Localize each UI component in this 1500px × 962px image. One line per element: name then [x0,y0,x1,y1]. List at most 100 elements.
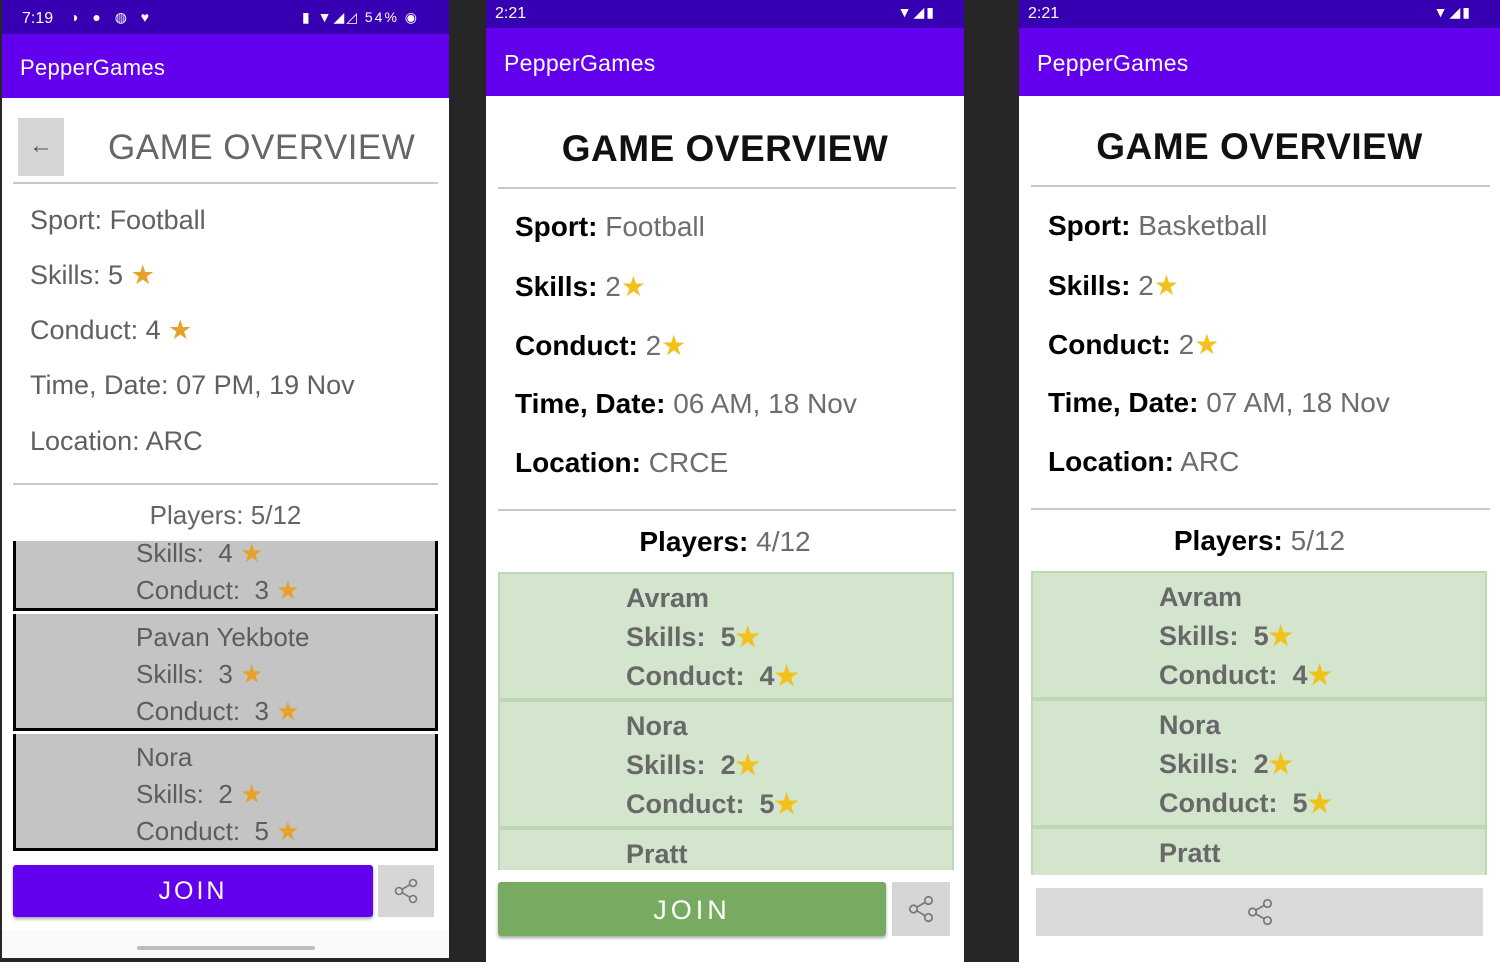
conduct-value: 5 [254,816,269,846]
star-icon: ★ [168,315,193,345]
page-title: GAME OVERVIEW [108,128,416,167]
star-icon: ★ [276,696,300,726]
star-icon: ★ [1307,788,1332,818]
conduct-value: 4 [1292,660,1308,690]
divider [1031,508,1490,510]
join-button[interactable]: JOIN [13,865,373,917]
share-button[interactable] [1036,888,1483,936]
player-conduct: Conduct: 5★ [626,789,799,820]
location-label: Location: [1048,446,1174,477]
star-icon: ★ [240,779,264,809]
skills-label: Skills: [136,779,204,809]
sport-label: Sport: [30,205,103,235]
skills-value: 2 [720,750,736,780]
conduct-row: Conduct: 2★ [1048,328,1219,361]
players-list[interactable]: Avram Skills: 5★ Conduct: 4★ Nora Skills… [498,572,956,870]
skills-value: 3 [218,659,233,689]
players-count: Players: 5/12 [1019,525,1500,557]
share-button[interactable] [892,882,950,936]
conduct-label: Conduct: [136,816,241,846]
player-skills: Skills: 2★ [1159,749,1293,780]
status-time: 2:21 [1028,5,1060,22]
status-bar: 2:21 ▼◢▮ [1019,0,1500,28]
conduct-value: 2 [1178,329,1195,360]
location-row: Location: ARC [30,426,203,457]
phone-screen-1: 7:19 ◑ ● ◍ ♥ ▮ ▼◢◿ 54% ◉ PepperGames ← G… [2,0,449,958]
conduct-label: Conduct: [1159,660,1278,690]
time-label: Time, Date: [30,370,169,400]
player-conduct: Conduct: 5★ [1159,788,1332,819]
star-icon: ★ [1268,621,1293,651]
conduct-label: Conduct: [136,575,241,605]
star-icon: ★ [1268,749,1293,779]
player-card[interactable]: Nora Skills: 2 ★ Conduct: 5 ★ [13,734,438,851]
player-name: Pratt [626,839,688,869]
player-skills: Skills: 2★ [626,750,760,781]
sport-row: Sport: Basketball [1048,210,1267,242]
share-icon [394,878,418,904]
skills-value: 5 [1253,621,1269,651]
player-skills: Skills: 5★ [1159,621,1293,652]
divider [1031,185,1490,187]
time-label: Time, Date: [515,388,666,419]
skills-label: Skills: [626,622,706,652]
player-card[interactable]: Pratt [498,828,954,870]
status-time: 2:21 [495,5,527,22]
skills-value: 2 [605,271,621,302]
player-card[interactable]: Avram Skills: 5★ Conduct: 4★ [498,572,954,700]
star-icon: ★ [1307,660,1332,690]
phone-screen-3: 2:21 ▼◢▮ PepperGames GAME OVERVIEW Sport… [1019,0,1500,962]
players-count: Players: 5/12 [2,500,449,531]
conduct-label: Conduct: [626,789,745,819]
player-skills: Skills: 2 ★ [136,779,263,810]
player-card[interactable]: Avram Skills: 5★ Conduct: 4★ [1031,571,1487,699]
player-skills: Skills: 3 ★ [136,659,263,690]
player-card[interactable]: Nora Skills: 2★ Conduct: 5★ [498,700,954,828]
sport-value: Football [605,211,705,242]
app-title: PepperGames [504,50,656,76]
players-count: Players: 4/12 [486,526,964,558]
page-title: GAME OVERVIEW [1096,126,1423,167]
players-label: Players: [1173,525,1283,556]
players-value: 5/12 [1290,525,1346,556]
join-button[interactable]: JOIN [498,882,886,936]
skills-label: Skills: [1159,749,1239,779]
skills-label: Skills: [1048,270,1131,301]
share-icon [1247,898,1272,926]
sport-value: Football [109,205,206,235]
location-row: Location: ARC [1048,446,1239,478]
location-value: ARC [145,426,203,456]
conduct-label: Conduct: [136,696,241,726]
conduct-value: 4 [759,661,775,691]
players-label: Players: [639,526,749,557]
notification-icons: ◑ ● ◍ ♥ [70,9,155,25]
player-card[interactable]: Nora Skills: 2★ Conduct: 5★ [1031,699,1487,827]
star-icon: ★ [276,816,300,846]
time-value: 07 AM, 18 Nov [1206,387,1390,418]
star-icon: ★ [240,659,264,689]
skills-value: 5 [108,260,124,290]
conduct-value: 4 [145,315,161,345]
location-label: Location: [515,447,641,478]
skills-label: Skills: [626,750,706,780]
time-value: 06 AM, 18 Nov [673,388,857,419]
player-skills: Skills: 5★ [626,622,760,653]
players-list[interactable]: Avram Skills: 5★ Conduct: 4★ Nora Skills… [1031,571,1489,875]
player-skills: Skills: 4 ★ [136,541,263,569]
sport-label: Sport: [515,211,598,242]
location-value: ARC [1180,446,1240,477]
player-card[interactable]: Skills: 4 ★ Conduct: 3 ★ [13,541,438,611]
home-gesture-handle[interactable] [137,946,315,950]
player-name: Pratt [1159,838,1221,868]
players-list[interactable]: Skills: 4 ★ Conduct: 3 ★ Pavan Yekbote S… [13,541,438,854]
conduct-value: 3 [254,575,269,605]
back-button[interactable]: ← [18,118,64,176]
player-card[interactable]: Pratt [1031,827,1487,875]
skills-label: Skills: [30,260,101,290]
player-conduct: Conduct: 4★ [1159,660,1332,691]
player-card[interactable]: Pavan Yekbote Skills: 3 ★ Conduct: 3 ★ [13,614,438,731]
sport-value: Basketball [1138,210,1268,241]
skills-label: Skills: [136,541,204,568]
skills-value: 5 [720,622,736,652]
share-button[interactable] [378,865,434,917]
